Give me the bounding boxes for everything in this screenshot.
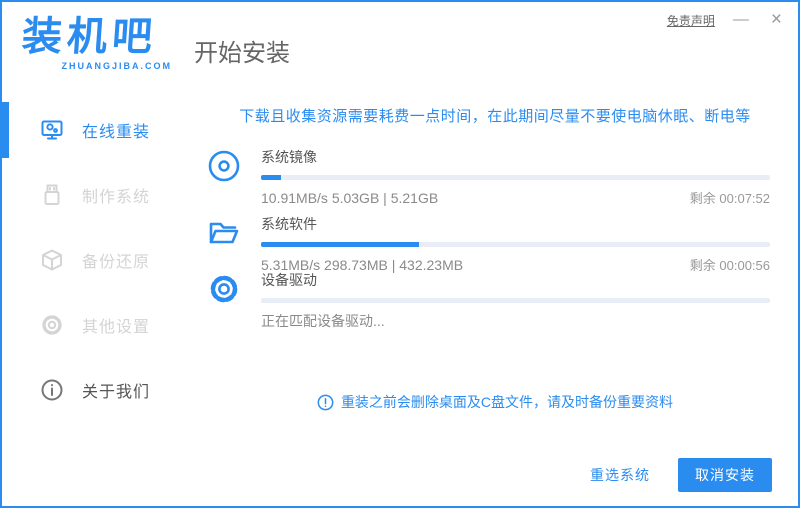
progress-bar [261, 298, 770, 303]
sidebar-item-other-settings[interactable]: 其他设置 [2, 303, 192, 347]
task-time-remaining: 剩余 00:07:52 [689, 191, 770, 206]
sidebar-item-online-reinstall[interactable]: 在线重装 [2, 102, 192, 158]
download-notice: 下载且收集资源需要耗费一点时间，在此期间尽量不要使电脑休眠、断电等 [239, 108, 751, 125]
progress-bar [261, 242, 770, 247]
task-title: 系统软件 [261, 216, 317, 232]
sidebar-item-label: 其他设置 [82, 319, 151, 336]
sidebar-item-about-us[interactable]: 关于我们 [2, 368, 192, 412]
close-icon[interactable]: × [767, 10, 786, 30]
backup-warning: 重装之前会删除桌面及C盘文件，请及时备份重要资料 [192, 392, 798, 412]
app-logo: 装机吧 ZHUANGJIBA.COM [20, 14, 172, 71]
sidebar-item-label: 备份还原 [82, 254, 151, 271]
task-device-driver: 设备驱动 正在匹配设备驱动... [207, 270, 770, 331]
gear-icon [40, 313, 64, 337]
progress-fill [261, 175, 282, 180]
app-logo-domain: ZHUANGJIBA.COM [61, 61, 172, 71]
task-speed-size: 10.91MB/s 5.03GB | 5.21GB [261, 190, 439, 206]
monitor-icon [40, 118, 64, 142]
task-title: 设备驱动 [261, 272, 317, 288]
sidebar: 在线重装 制作系统 备份还原 其他设置 关于我们 [2, 92, 192, 506]
app-logo-text: 装机吧 [20, 15, 159, 59]
exclamation-circle-icon [317, 394, 334, 410]
progress-bar [261, 175, 770, 180]
sidebar-item-make-system[interactable]: 制作系统 [2, 173, 192, 217]
sidebar-item-label: 关于我们 [82, 384, 151, 401]
task-title: 系统镜像 [261, 149, 317, 165]
minimize-icon[interactable]: — [729, 10, 753, 30]
folder-icon [207, 216, 241, 250]
progress-fill [261, 242, 419, 247]
sidebar-item-label: 制作系统 [82, 189, 151, 206]
box-icon [40, 248, 64, 272]
cancel-install-button[interactable]: 取消安装 [678, 458, 772, 492]
sidebar-item-label: 在线重装 [82, 124, 151, 141]
page-title: 开始安装 [194, 40, 290, 67]
usb-icon [40, 183, 64, 207]
disclaimer-link[interactable]: 免责声明 [667, 12, 715, 29]
main-content: 下载且收集资源需要耗费一点时间，在此期间尽量不要使电脑休眠、断电等 系统镜像 1… [192, 92, 798, 506]
info-icon [40, 378, 64, 402]
task-system-software: 系统软件 5.31MB/s 298.73MB | 432.23MB 剩余 00:… [207, 214, 770, 274]
titlebar-controls: 免责声明 — × [667, 10, 786, 30]
sidebar-item-backup-restore[interactable]: 备份还原 [2, 238, 192, 282]
task-system-image: 系统镜像 10.91MB/s 5.03GB | 5.21GB 剩余 00:07:… [207, 147, 770, 207]
disc-icon [207, 149, 241, 183]
installer-window: 装机吧 ZHUANGJIBA.COM 开始安装 免责声明 — × 在线重装 制作… [0, 0, 800, 508]
backup-warning-text: 重装之前会删除桌面及C盘文件，请及时备份重要资料 [340, 394, 674, 410]
footer-actions: 重选系统 取消安装 [590, 458, 772, 492]
reselect-system-button[interactable]: 重选系统 [590, 465, 650, 485]
header: 装机吧 ZHUANGJIBA.COM 开始安装 免责声明 — × [2, 2, 798, 92]
gear-icon [207, 272, 241, 306]
task-status-text: 正在匹配设备驱动... [261, 313, 385, 329]
